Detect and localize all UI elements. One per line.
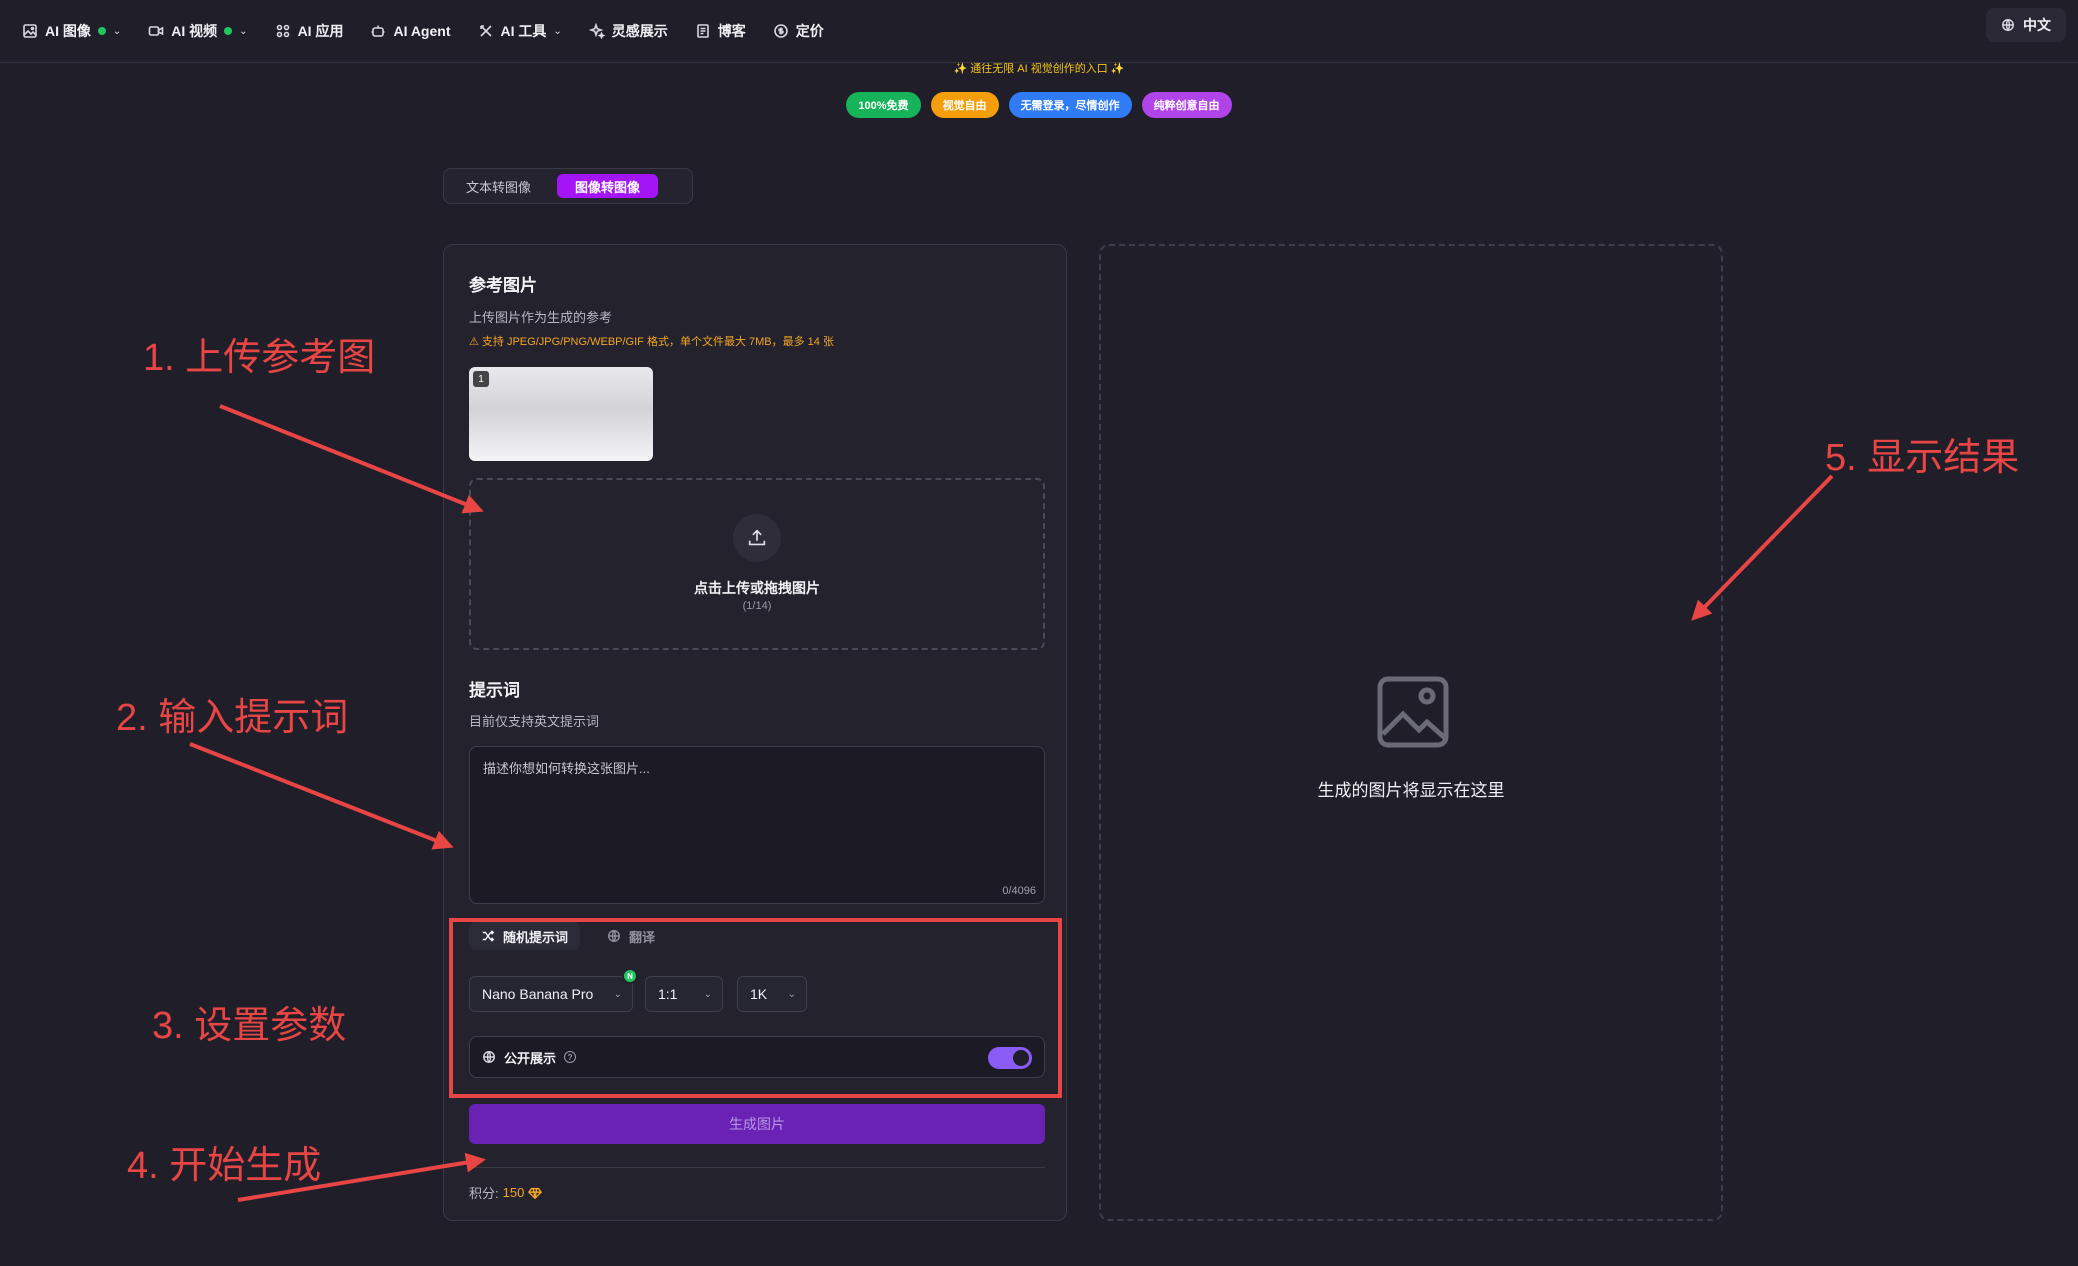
annotation-step-3: 3. 设置参数 — [152, 1005, 347, 1047]
image-icon — [23, 24, 37, 38]
status-dot — [97, 27, 106, 35]
upload-icon — [748, 529, 766, 546]
result-placeholder-text: 生成的图片将显示在这里 — [1317, 781, 1505, 800]
arrow-step-1 — [219, 404, 484, 514]
thumbnail-index: 1 — [473, 371, 489, 387]
status-dot — [224, 27, 233, 35]
nav-label: 博客 — [717, 23, 746, 39]
arrow-step-2 — [189, 742, 454, 850]
points-label: 积分: — [469, 1186, 499, 1201]
coin-icon — [773, 24, 788, 38]
mode-tabs: 文本转图像 图像转图像 — [443, 168, 693, 204]
nav-item-ai-apps[interactable]: AI 应用 — [275, 11, 344, 51]
annotation-step-2: 2. 输入提示词 — [116, 697, 349, 739]
chevron-down-icon: ⌄ — [112, 25, 122, 37]
language-label: 中文 — [2023, 17, 2051, 33]
generate-button[interactable]: 生成图片 — [469, 1104, 1045, 1144]
reference-title: 参考图片 — [469, 276, 537, 295]
nav-label: AI 应用 — [297, 23, 344, 39]
nav-item-ai-video[interactable]: AI 视频 ⌄ — [148, 11, 248, 51]
format-warning: ⚠ 支持 JPEG/JPG/PNG/WEBP/GIF 格式，单个文件最大 7MB… — [469, 336, 834, 348]
nav-item-ai-image[interactable]: AI 图像 ⌄ — [22, 11, 121, 51]
badge-free: 100%免费 — [846, 92, 921, 118]
grid-icon — [276, 24, 289, 38]
nav-item-inspiration[interactable]: 灵感展示 — [588, 11, 668, 51]
params-highlight-box — [449, 918, 1062, 1098]
tab-text-to-image[interactable]: 文本转图像 — [448, 174, 549, 198]
points-value: 150 — [502, 1185, 525, 1200]
sparkle-icon — [588, 23, 605, 39]
badge-visual-freedom: 视觉自由 — [930, 92, 999, 118]
top-nav: AI 图像 ⌄ AI 视频 ⌄ AI 应用 AI Agent AI 工具 ⌄ 灵… — [0, 0, 2078, 63]
nav-item-blog[interactable]: 博客 — [695, 11, 746, 51]
video-icon — [148, 26, 164, 36]
nav-label: 定价 — [795, 23, 824, 39]
nav-item-ai-tools[interactable]: AI 工具 ⌄ — [478, 11, 562, 51]
upload-dropzone[interactable]: 点击上传或拖拽图片 (1/14) — [469, 478, 1045, 650]
nav-label: AI 图像 — [45, 23, 91, 39]
robot-icon — [371, 25, 385, 37]
nav-label: AI Agent — [393, 23, 451, 39]
upload-label: 点击上传或拖拽图片 — [694, 580, 820, 596]
hero-tagline: ✨ 通往无限 AI 视觉创作的入口 ✨ — [953, 63, 1125, 75]
chevron-down-icon: ⌄ — [239, 25, 248, 37]
char-counter: 0/4096 — [1002, 885, 1036, 897]
annotation-step-5: 5. 显示结果 — [1825, 437, 2020, 479]
badge-no-login: 无需登录，尽情创作 — [1008, 92, 1132, 118]
upload-count: (1/14) — [742, 600, 772, 612]
tools-icon — [479, 25, 492, 37]
nav-item-pricing[interactable]: 定价 — [773, 11, 824, 51]
prompt-box: 0/4096 — [469, 746, 1045, 904]
divider — [469, 1167, 1045, 1168]
upload-icon-wrap — [733, 514, 781, 562]
badge-creative-freedom: 纯粹创意自由 — [1141, 92, 1232, 118]
language-switcher[interactable]: 中文 — [1986, 8, 2066, 42]
chevron-down-icon: ⌄ — [553, 25, 562, 37]
annotation-step-1: 1. 上传参考图 — [143, 337, 376, 379]
annotation-step-4: 4. 开始生成 — [127, 1145, 322, 1187]
nav-item-ai-agent[interactable]: AI Agent — [370, 11, 451, 51]
gem-icon — [528, 1187, 543, 1199]
nav-label: AI 视频 — [171, 23, 218, 39]
reference-subtitle: 上传图片作为生成的参考 — [469, 310, 613, 325]
tab-image-to-image[interactable]: 图像转图像 — [557, 174, 659, 198]
prompt-input[interactable] — [470, 747, 1044, 903]
feature-badges: 100%免费 视觉自由 无需登录，尽情创作 纯粹创意自由 — [0, 92, 2078, 118]
nav-label: AI 工具 — [500, 23, 547, 39]
document-icon — [696, 24, 709, 38]
prompt-subtitle: 目前仅支持英文提示词 — [469, 714, 600, 729]
globe-icon — [2002, 19, 2014, 31]
prompt-title: 提示词 — [469, 681, 520, 700]
points-display: 积分: 150 — [469, 1183, 543, 1202]
result-panel: 生成的图片将显示在这里 — [1099, 244, 1723, 1221]
reference-thumbnail[interactable]: 1 — [469, 367, 653, 461]
image-placeholder-icon — [1375, 674, 1451, 750]
nav-label: 灵感展示 — [611, 23, 668, 39]
